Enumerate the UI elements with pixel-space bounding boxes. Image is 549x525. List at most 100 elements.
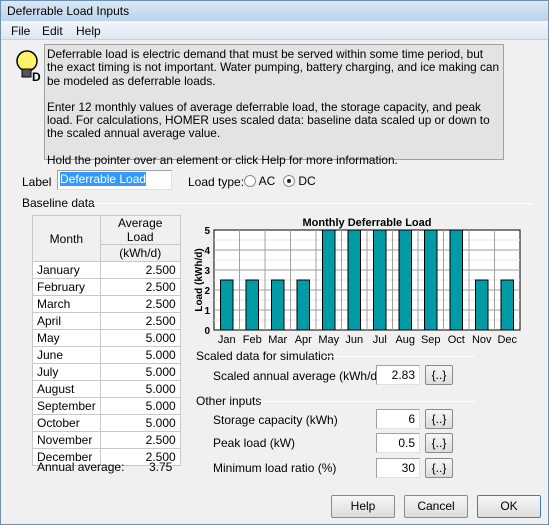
table-row: October 5.000 <box>32 414 181 432</box>
y-tick-label: 5 <box>204 226 210 237</box>
x-tick-label: Jun <box>345 334 363 346</box>
label-input[interactable]: Deferrable Load <box>57 170 172 190</box>
annual-average-value: 3.75 <box>149 460 173 474</box>
y-axis-label: Load (kWh/d) <box>194 248 205 311</box>
min-ratio-sensitivity-button[interactable]: {..} <box>425 458 453 478</box>
min-load-ratio-input[interactable]: 30 <box>376 458 420 478</box>
menu-bar: File Edit Help <box>1 21 548 40</box>
table-row: March 2.500 <box>32 295 181 313</box>
cancel-button[interactable]: Cancel <box>404 495 468 518</box>
x-tick-label: Apr <box>295 334 312 346</box>
annual-average-label: Annual average: <box>37 460 125 474</box>
table-row: June 5.000 <box>32 346 181 364</box>
min-load-ratio-label: Minimum load ratio (%) <box>213 461 337 475</box>
month-cell: June <box>32 346 101 364</box>
radio-ac-circle[interactable] <box>244 175 256 187</box>
value-cell[interactable]: 2.500 <box>99 295 181 313</box>
value-cell[interactable]: 2.500 <box>99 278 181 296</box>
monthly-load-chart: Monthly Deferrable Load Load (kWh/d) 0 1 2 3 4… <box>194 217 521 346</box>
bar-feb <box>245 279 259 331</box>
month-cell: November <box>32 431 101 449</box>
baseline-title: Baseline data <box>22 196 95 210</box>
scaled-annual-input[interactable]: 2.83 <box>376 365 420 385</box>
bar-may <box>322 229 336 331</box>
radio-ac[interactable]: AC <box>244 174 275 188</box>
baseline-table: Month Average Load (kWh/d) January 2.500 Fe… <box>32 215 181 466</box>
menu-file[interactable]: File <box>11 24 30 38</box>
value-cell[interactable]: 5.000 <box>99 329 181 347</box>
scaled-sensitivity-button[interactable]: {..} <box>425 365 453 385</box>
bar-apr <box>296 279 310 331</box>
table-row: February 2.500 <box>32 278 181 296</box>
storage-input[interactable]: 6 <box>376 409 420 429</box>
month-cell: July <box>32 363 101 381</box>
dialog-window: Deferrable Load Inputs File Edit Help D … <box>0 0 549 525</box>
month-cell: February <box>32 278 101 296</box>
month-cell: October <box>32 414 101 432</box>
value-cell[interactable]: 5.000 <box>99 346 181 364</box>
chart-title: Monthly Deferrable Load <box>303 217 432 229</box>
menu-help[interactable]: Help <box>76 24 101 38</box>
bar-nov <box>475 279 489 331</box>
bar-sep <box>424 229 438 331</box>
value-cell[interactable]: 2.500 <box>99 261 181 279</box>
storage-sensitivity-button[interactable]: {..} <box>425 409 453 429</box>
radio-dc-circle[interactable] <box>283 175 295 187</box>
table-row: April 2.500 <box>32 312 181 330</box>
bar-aug <box>398 229 412 331</box>
title-bar: Deferrable Load Inputs <box>1 1 548 21</box>
bar-jun <box>347 229 361 331</box>
value-cell[interactable]: 5.000 <box>99 363 181 381</box>
x-tick-label: Mar <box>268 334 287 346</box>
svg-text:D: D <box>32 70 41 83</box>
month-cell: March <box>32 295 101 313</box>
bar-mar <box>271 279 285 331</box>
col-unit-header: (kWh/d) <box>99 244 181 262</box>
x-tick-label: Jan <box>218 334 236 346</box>
x-tick-label: Sep <box>421 334 441 346</box>
x-tick-label: Aug <box>395 334 415 346</box>
divider <box>259 401 475 402</box>
month-cell: May <box>32 329 101 347</box>
x-tick-label: Oct <box>448 334 465 346</box>
value-cell[interactable]: 5.000 <box>99 397 181 415</box>
bar-jul <box>373 229 387 331</box>
value-cell[interactable]: 5.000 <box>99 414 181 432</box>
load-type-caption: Load type: <box>188 175 245 189</box>
bar-oct <box>449 229 463 331</box>
x-tick-label: Nov <box>472 334 492 346</box>
ok-button[interactable]: OK <box>477 495 541 518</box>
radio-dc[interactable]: DC <box>283 174 316 188</box>
x-tick-label: Feb <box>243 334 262 346</box>
y-tick-label: 2 <box>204 286 210 297</box>
x-tick-label: May <box>318 334 339 346</box>
y-tick-label: 3 <box>204 266 210 277</box>
value-cell[interactable]: 2.500 <box>99 431 181 449</box>
description-p3: Hold the pointer over an element or clic… <box>47 152 398 167</box>
lightbulb-icon: D <box>13 49 43 84</box>
y-tick-label: 4 <box>204 246 210 257</box>
divider <box>93 203 533 204</box>
menu-edit[interactable]: Edit <box>42 24 63 38</box>
bar-dec <box>500 279 514 331</box>
scaled-title: Scaled data for simulation <box>196 349 335 363</box>
table-row: September 5.000 <box>32 397 181 415</box>
table-row: November 2.500 <box>32 431 181 449</box>
table-row: August 5.000 <box>32 380 181 398</box>
month-cell: September <box>32 397 101 415</box>
peak-load-input[interactable]: 0.5 <box>376 433 420 453</box>
month-cell: April <box>32 312 101 330</box>
label-caption: Label <box>22 175 52 189</box>
peak-load-label: Peak load (kW) <box>213 436 296 450</box>
radio-dc-label: DC <box>298 174 316 188</box>
col-avg-header: Average Load <box>99 215 181 245</box>
peak-sensitivity-button[interactable]: {..} <box>425 433 453 453</box>
value-cell[interactable]: 2.500 <box>99 312 181 330</box>
value-cell[interactable]: 5.000 <box>99 380 181 398</box>
help-button[interactable]: Help <box>331 495 395 518</box>
x-tick-label: Dec <box>497 334 517 346</box>
month-cell: January <box>32 261 101 279</box>
divider <box>323 356 475 357</box>
table-row: January 2.500 <box>32 261 181 279</box>
bar-jan <box>220 279 234 331</box>
